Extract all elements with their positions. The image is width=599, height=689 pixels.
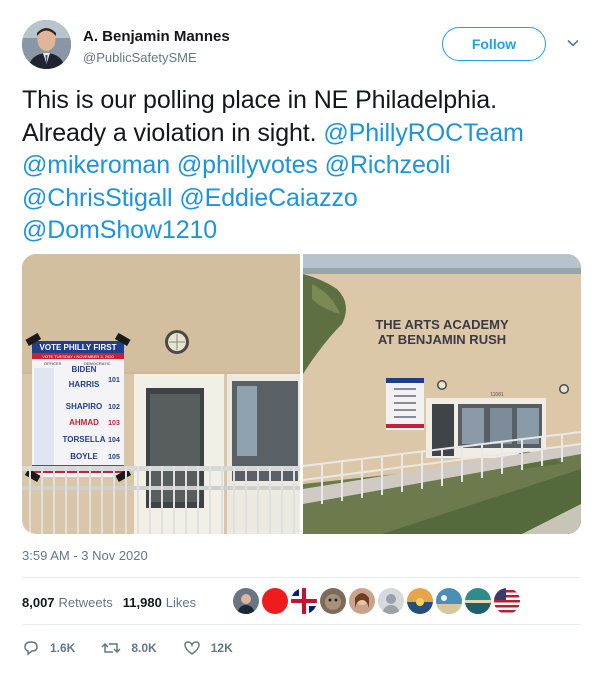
tweet-media[interactable]: VOTE PHILLY FIRST VOTE TUESDAY • NOVEMBE… [22,254,581,534]
sign-number: 102 [108,404,120,411]
author-name[interactable]: A. Benjamin Mannes [83,28,230,45]
tweet-timestamp[interactable]: 3:59 AM - 3 Nov 2020 [22,548,148,563]
liker-avatar[interactable] [232,587,260,615]
author-avatar[interactable] [22,20,71,69]
like-button[interactable]: 12K [183,639,233,657]
heart-icon [183,641,200,655]
sign-number: 103 [108,420,120,427]
photo-left[interactable]: VOTE PHILLY FIRST VOTE TUESDAY • NOVEMBE… [22,254,300,534]
reply-count: 1.6K [50,641,76,655]
tweet-text-line1: This is our polling place in NE Philadel… [22,86,497,114]
liker-avatar[interactable] [348,587,376,615]
photo-right[interactable]: THE ARTS ACADEMY AT BENJAMIN RUSH 11081 [302,254,581,534]
sign-candidate: BIDEN [72,365,97,374]
sign-number: 101 [108,377,120,384]
sign-candidate: BOYLE [70,452,98,461]
sign-date: VOTE TUESDAY • NOVEMBER 3, 2020 [42,354,114,359]
author-handle[interactable]: @PublicSafetySME [83,50,197,65]
chevron-down-icon[interactable] [566,36,580,50]
follow-button[interactable]: Follow [442,27,546,61]
mention-link[interactable]: @Richzeoli [325,151,451,179]
building-sign-line1: THE ARTS ACADEMY [375,317,509,332]
retweets-label: Retweets [58,594,113,610]
sign-candidate: AHMAD [69,418,99,427]
likes-label: Likes [165,594,197,610]
mention-link[interactable]: @phillyvotes [177,151,318,179]
mention-link[interactable]: @DomShow1210 [22,216,217,244]
retweets-count: 8,007 [22,594,55,610]
mention-link[interactable]: @mikeroman [22,151,170,179]
liker-avatar[interactable] [464,587,492,615]
building-sign-line2: AT BENJAMIN RUSH [378,332,506,347]
avatar-image [22,20,71,69]
liker-avatar[interactable] [493,587,521,615]
likes-stat[interactable]: 11,980 Likes [123,595,196,610]
sign-number: 104 [108,437,120,444]
liker-avatar[interactable] [261,587,289,615]
retweets-stat[interactable]: 8,007 Retweets [22,595,113,610]
tweet-stats: 8,007 Retweets 11,980 Likes [22,588,206,616]
sign-candidate: SHAPIRO [66,402,102,411]
liker-avatar[interactable] [406,587,434,615]
divider [22,624,581,625]
retweet-count: 8.0K [131,641,157,655]
liker-avatar[interactable] [377,587,405,615]
likes-count: 11,980 [122,594,162,610]
liker-avatar[interactable] [290,587,318,615]
sign-col-offices: OFFICES [44,361,62,366]
address-number: 11081 [490,392,504,398]
media-photos: VOTE PHILLY FIRST VOTE TUESDAY • NOVEMBE… [22,254,581,534]
tweet-text: This is our polling place in NE Philadel… [22,84,587,247]
liker-avatar[interactable] [319,587,347,615]
mention-link[interactable]: @ChrisStigall [22,184,173,212]
divider [22,577,581,578]
retweet-icon [101,642,121,654]
sign-candidate: TORSELLA [63,435,106,444]
liker-avatars [232,587,522,615]
reply-button[interactable]: 1.6K [22,639,75,657]
sign-candidate: HARRIS [69,380,100,389]
like-count: 12K [210,641,233,655]
liker-avatar[interactable] [435,587,463,615]
reply-icon [24,641,38,656]
tweet-text-line2: Already a violation in sight. [22,118,324,147]
retweet-button[interactable]: 8.0K [101,639,157,657]
tweet-header: A. Benjamin Mannes @PublicSafetySME Foll… [22,20,582,72]
sign-title: VOTE PHILLY FIRST [40,343,117,352]
mention-link[interactable]: @EddieCaiazzo [179,184,357,212]
mention-link[interactable]: @PhillyROCTeam [323,119,524,147]
tweet-actions: 1.6K 8.0K 12K [22,636,259,660]
sign-number: 105 [108,454,120,461]
